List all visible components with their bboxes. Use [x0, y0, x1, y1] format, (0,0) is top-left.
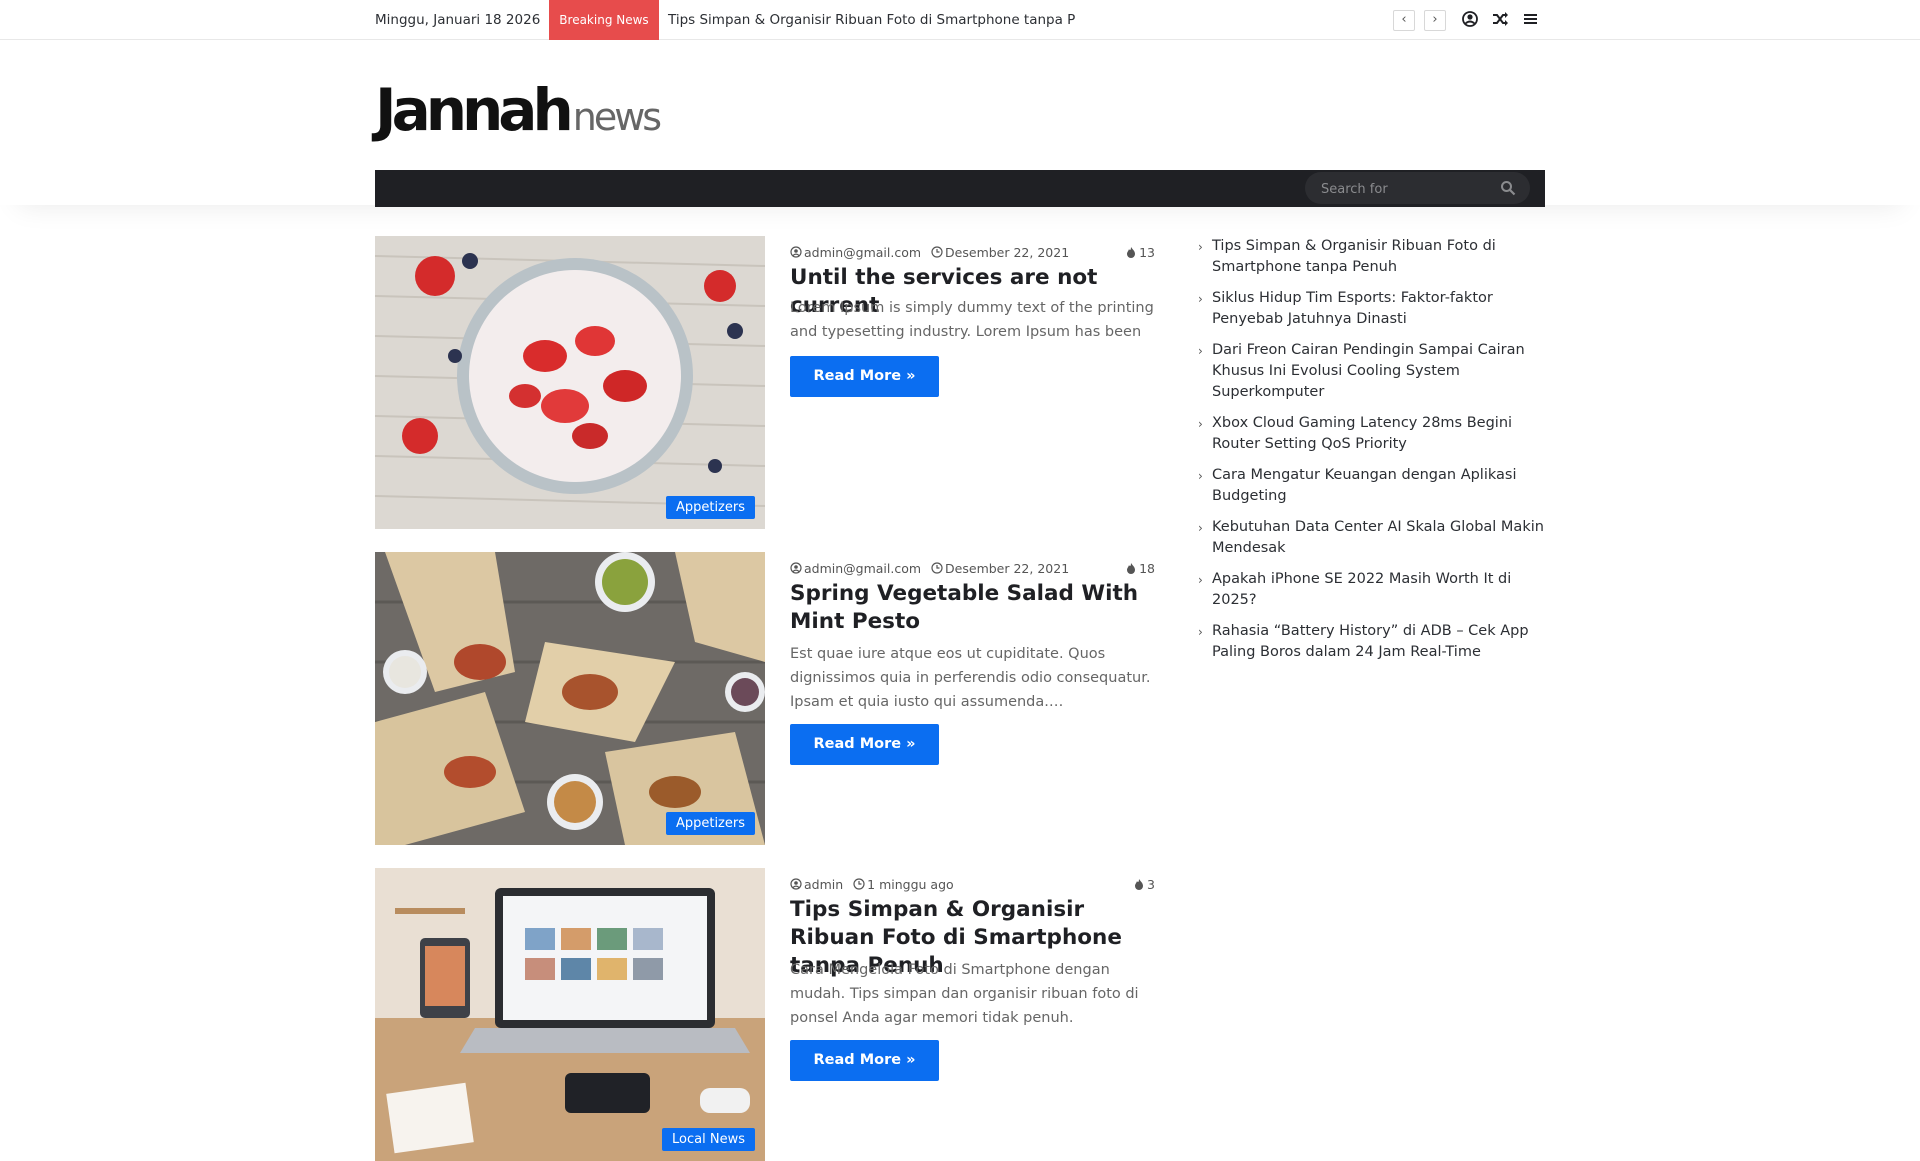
site-header: Jannah news [0, 40, 1920, 207]
logo-sub: news [572, 95, 662, 139]
ticker-next-button[interactable]: › [1424, 10, 1446, 31]
laptop-desk-image [375, 868, 765, 1161]
top-bar: Minggu, Januari 18 2026 Breaking News Ti… [0, 0, 1920, 40]
sidebar-post-title[interactable]: Dari Freon Cairan Pendingin Sampai Caira… [1212, 342, 1525, 400]
post-excerpt: Est quae iure atque eos ut cupiditate. Q… [790, 646, 1151, 710]
search-icon[interactable] [1500, 180, 1516, 196]
post-excerpt: Cara Mengelola Foto di Smartphone dengan… [790, 962, 1139, 1026]
sidebar-post-title[interactable]: Apakah iPhone SE 2022 Masih Worth It di … [1212, 571, 1511, 608]
random-icon[interactable] [1490, 9, 1510, 29]
post-meta: admin@gmail.com Desember 22, 2021 18 [790, 561, 1155, 576]
main-nav-bar [375, 170, 1545, 207]
sidebar-post-title[interactable]: Tips Simpan & Organisir Ribuan Foto di S… [1212, 238, 1496, 275]
chevron-right-icon: › [1198, 240, 1203, 254]
author-icon [790, 246, 802, 258]
read-more-button[interactable]: Read More » [790, 1040, 939, 1081]
wraps-image [375, 552, 765, 845]
ticker-prev-button[interactable]: ‹ [1393, 10, 1415, 31]
chevron-right-icon: › [1198, 625, 1203, 639]
sidebar-post-link[interactable]: › Xbox Cloud Gaming Latency 28ms Begini R… [1198, 413, 1545, 455]
chevron-right-icon: › [1198, 521, 1203, 535]
post-card: Local News admin 1 minggu ago 3 Tips Sim… [375, 868, 1155, 1161]
sidebar-post-link[interactable]: › Cara Mengatur Keuangan dengan Aplikasi … [1198, 465, 1545, 507]
post-views: 3 [1147, 877, 1155, 892]
chevron-right-icon: › [1198, 573, 1203, 587]
sidebar-post-title[interactable]: Rahasia “Battery History” di ADB – Cek A… [1212, 623, 1529, 660]
fire-icon [1127, 563, 1136, 574]
category-badge[interactable]: Local News [662, 1128, 755, 1151]
post-thumbnail[interactable]: Local News [375, 868, 765, 1161]
post-date: Desember 22, 2021 [945, 245, 1070, 260]
sidebar-post-title[interactable]: Cara Mengatur Keuangan dengan Aplikasi B… [1212, 467, 1516, 504]
sidebar-post-title[interactable]: Xbox Cloud Gaming Latency 28ms Begini Ro… [1212, 415, 1512, 452]
post-views: 18 [1139, 561, 1155, 576]
sidebar-post-link[interactable]: › Apakah iPhone SE 2022 Masih Worth It di… [1198, 569, 1545, 611]
clock-icon [853, 878, 865, 890]
chevron-right-icon: › [1198, 344, 1203, 358]
read-more-button[interactable]: Read More » [790, 724, 939, 765]
user-icon[interactable] [1460, 9, 1480, 29]
post-date: 1 minggu ago [867, 877, 954, 892]
category-badge[interactable]: Appetizers [665, 812, 755, 835]
sidebar-post-title[interactable]: Kebutuhan Data Center AI Skala Global Ma… [1212, 519, 1544, 556]
post-date: Desember 22, 2021 [945, 561, 1070, 576]
sidebar-recent-posts: › Tips Simpan & Organisir Ribuan Foto di … [1198, 236, 1545, 673]
breaking-news-label: Breaking News [549, 0, 659, 40]
sidebar-post-link[interactable]: › Siklus Hidup Tim Esports: Faktor-faktor… [1198, 288, 1545, 330]
post-meta: admin@gmail.com Desember 22, 2021 13 [790, 245, 1155, 260]
chevron-right-icon: › [1198, 292, 1203, 306]
post-title[interactable]: Spring Vegetable Salad With Mint Pesto [790, 580, 1160, 636]
post-author[interactable]: admin [804, 877, 843, 892]
post-card: Appetizers admin@gmail.com Desember 22, … [375, 236, 1155, 529]
post-author[interactable]: admin@gmail.com [804, 561, 921, 576]
chevron-right-icon: › [1198, 417, 1203, 431]
post-views: 13 [1139, 245, 1155, 260]
logo-brand: Jannah [375, 76, 574, 144]
post-meta: admin 1 minggu ago 3 [790, 877, 1155, 892]
post-author[interactable]: admin@gmail.com [804, 245, 921, 260]
post-excerpt: Lorem Ipsum is simply dummy text of the … [790, 300, 1154, 340]
breaking-news-ticker[interactable]: Tips Simpan & Organisir Ribuan Foto di S… [668, 12, 1075, 28]
category-badge[interactable]: Appetizers [665, 496, 755, 519]
yogurt-bowl-image [375, 236, 765, 529]
clock-icon [931, 246, 943, 258]
clock-icon [931, 562, 943, 574]
sidebar-post-link[interactable]: › Kebutuhan Data Center AI Skala Global M… [1198, 517, 1545, 559]
post-card: Appetizers admin@gmail.com Desember 22, … [375, 552, 1155, 845]
author-icon [790, 562, 802, 574]
post-thumbnail[interactable]: Appetizers [375, 552, 765, 845]
menu-icon[interactable] [1520, 9, 1540, 29]
post-thumbnail[interactable]: Appetizers [375, 236, 765, 529]
sidebar-post-link[interactable]: › Tips Simpan & Organisir Ribuan Foto di … [1198, 236, 1545, 278]
fire-icon [1127, 247, 1136, 258]
read-more-button[interactable]: Read More » [790, 356, 939, 397]
sidebar-post-link[interactable]: › Rahasia “Battery History” di ADB – Cek … [1198, 621, 1545, 663]
search-box[interactable] [1305, 172, 1530, 204]
chevron-right-icon: › [1198, 469, 1203, 483]
sidebar-post-link[interactable]: › Dari Freon Cairan Pendingin Sampai Cair… [1198, 340, 1545, 403]
fire-icon [1135, 879, 1144, 890]
sidebar-post-title[interactable]: Siklus Hidup Tim Esports: Faktor-faktor … [1212, 290, 1493, 327]
search-input[interactable] [1321, 180, 1491, 198]
current-date: Minggu, Januari 18 2026 [375, 12, 541, 28]
author-icon [790, 878, 802, 890]
site-logo[interactable]: Jannah news [375, 76, 662, 176]
